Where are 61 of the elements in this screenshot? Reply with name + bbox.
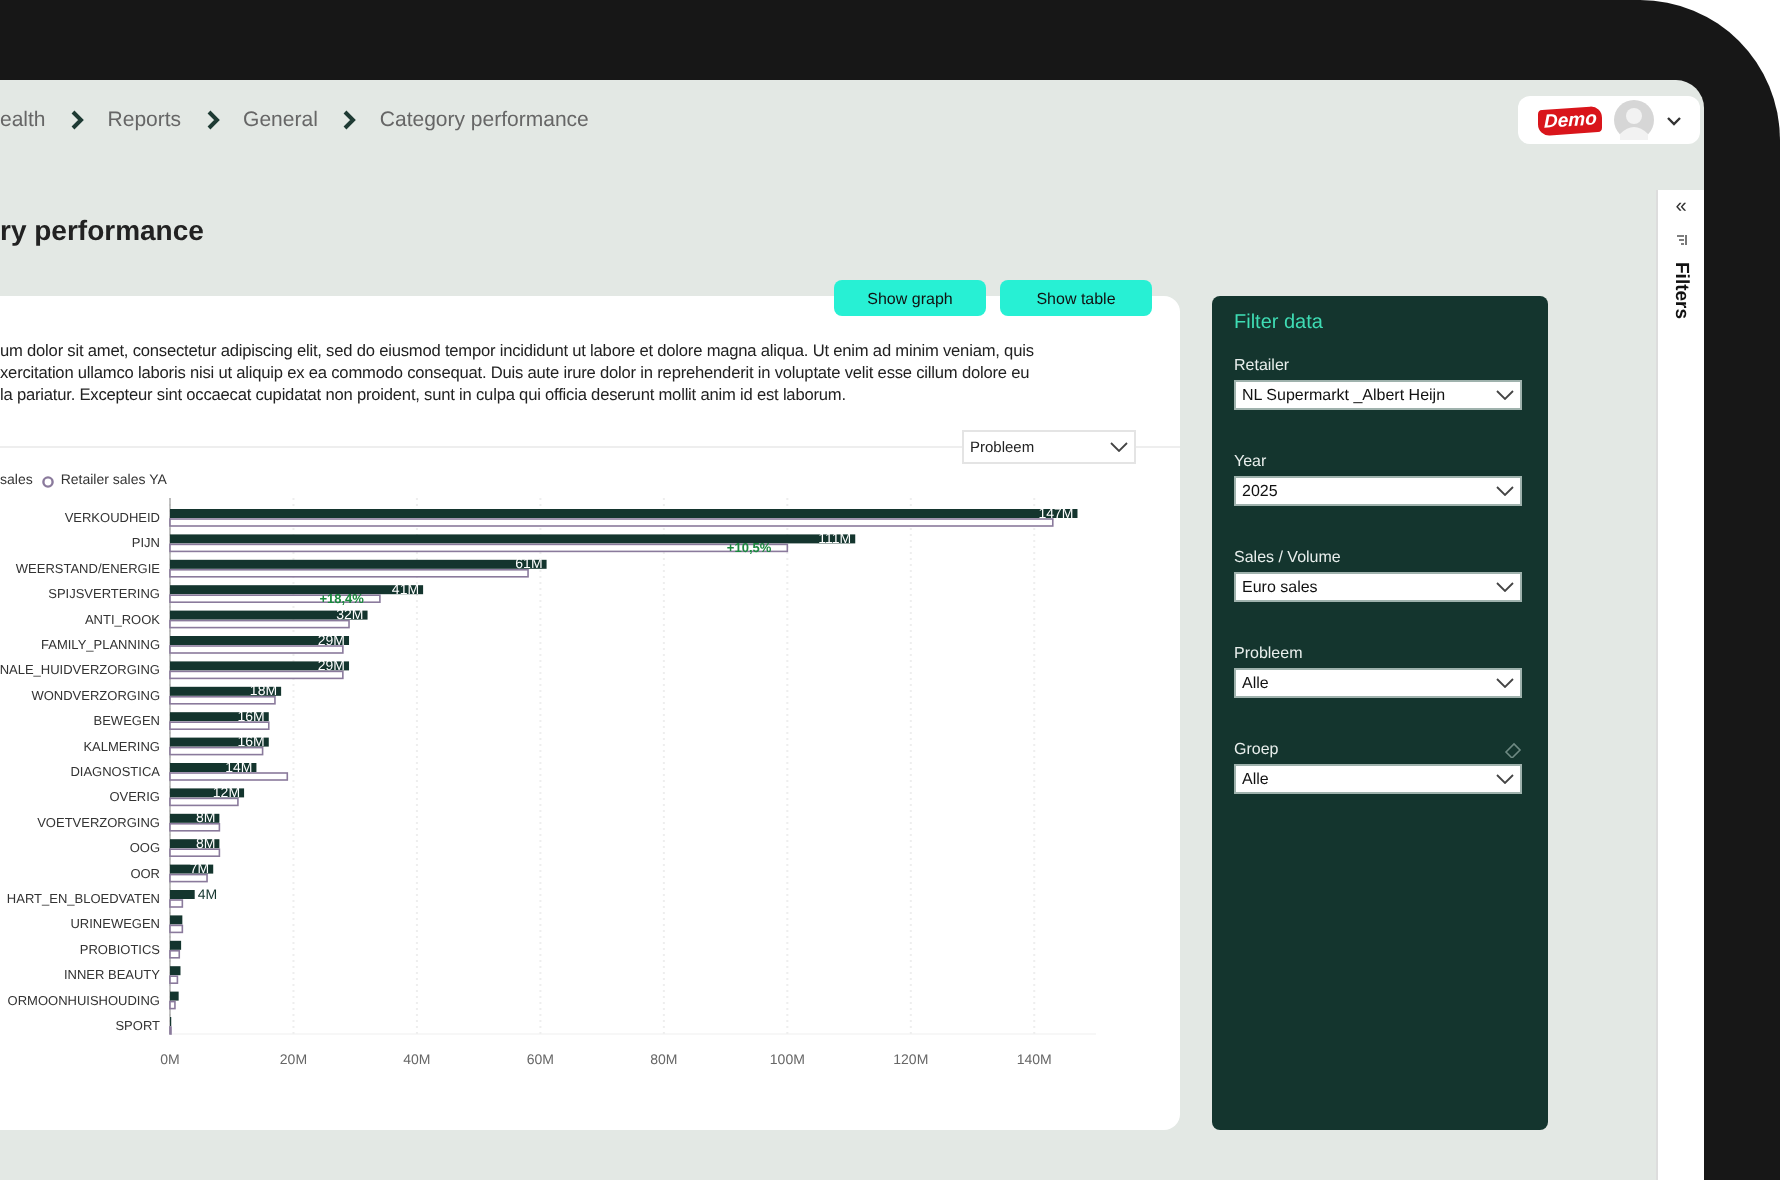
field-label: Sales / Volume bbox=[1234, 548, 1341, 566]
view-button[interactable]: Show table bbox=[1000, 280, 1152, 316]
user-menu[interactable]: Demo bbox=[1518, 96, 1700, 144]
chevron-right-icon bbox=[341, 110, 356, 130]
avatar-icon bbox=[1614, 100, 1655, 140]
field-label: Probleem bbox=[1234, 644, 1303, 662]
comparison-bar bbox=[169, 772, 289, 781]
comparison-bar bbox=[169, 848, 221, 857]
comparison-bar bbox=[169, 950, 181, 959]
description-text: um dolor sit amet, consectetur adipiscing elit, sed do eiusmod tempor incididunt ut labore et dolore magna aliqua. Ut enim ad minim veniam, quis xercitation ullamco laboris nisi ut aliquip ex ea commodo consequat. Duis aute irure dolor in reprehenderit in voluptate velit esse cillum dolore eu la pariatur. Excepteur sint occaecat cupidatat non proident, sunt in culpa qui officia deserunt mollit anim id est laborum. bbox=[0, 340, 1036, 406]
comparison-bar bbox=[169, 797, 239, 807]
filter-dropdown[interactable]: NL Supermarkt _Albert Heijn bbox=[1234, 380, 1522, 410]
bar bbox=[170, 991, 179, 1001]
breadcrumb-link[interactable]: ealth bbox=[0, 108, 46, 132]
filter-dropdown[interactable]: Alle bbox=[1234, 668, 1522, 698]
filter-icon bbox=[1675, 234, 1687, 246]
breadcrumb-link[interactable]: General bbox=[243, 108, 318, 132]
comparison-bar bbox=[169, 975, 179, 984]
field-label: Groep bbox=[1234, 740, 1279, 758]
chevron-right-icon bbox=[205, 110, 220, 130]
collapse-button[interactable]: « bbox=[1675, 198, 1687, 218]
bar bbox=[170, 864, 214, 874]
comparison-bar bbox=[169, 924, 184, 934]
bar bbox=[170, 686, 282, 696]
filter-dropdown[interactable]: Euro sales bbox=[1234, 572, 1522, 602]
chevron-down-icon bbox=[1110, 442, 1128, 452]
bar bbox=[170, 966, 181, 976]
eraser-icon[interactable] bbox=[1504, 741, 1522, 757]
bar bbox=[170, 813, 220, 823]
chevron-down-icon bbox=[1496, 678, 1514, 688]
logo: Demo bbox=[1538, 104, 1603, 136]
bar bbox=[170, 940, 182, 950]
chevron-down-icon bbox=[1496, 390, 1514, 400]
legend-marker bbox=[42, 475, 55, 487]
comparison-bar bbox=[169, 873, 208, 883]
comparison-bar bbox=[169, 696, 276, 705]
panel-title: Filter data bbox=[1234, 312, 1325, 334]
page-title: ry performance bbox=[0, 212, 206, 248]
bar bbox=[170, 915, 183, 925]
bar bbox=[170, 890, 195, 899]
chevron-down-icon bbox=[1666, 115, 1683, 125]
chevron-right-icon bbox=[69, 110, 84, 130]
filter-dropdown[interactable]: Alle bbox=[1234, 764, 1522, 794]
chevron-down-icon bbox=[1496, 582, 1514, 592]
pane-title: Filters bbox=[1670, 262, 1692, 320]
breadcrumb-link[interactable]: Category performance bbox=[379, 108, 589, 132]
comparison-bar bbox=[169, 721, 270, 730]
comparison-bar bbox=[169, 1000, 176, 1010]
field-label: Year bbox=[1234, 452, 1267, 470]
chevron-down-icon bbox=[1496, 486, 1514, 496]
bar bbox=[170, 763, 257, 772]
chevron-down-icon bbox=[1496, 774, 1514, 784]
filter-dropdown[interactable]: 2025 bbox=[1234, 476, 1522, 506]
bar bbox=[170, 737, 269, 747]
field-label: Retailer bbox=[1234, 356, 1290, 374]
comparison-bar bbox=[169, 899, 184, 908]
comparison-bar bbox=[169, 823, 221, 832]
bar bbox=[170, 788, 245, 798]
view-button[interactable]: Show graph bbox=[834, 280, 986, 316]
breadcrumb-link[interactable]: Reports bbox=[107, 108, 182, 132]
comparison-bar bbox=[169, 746, 264, 756]
